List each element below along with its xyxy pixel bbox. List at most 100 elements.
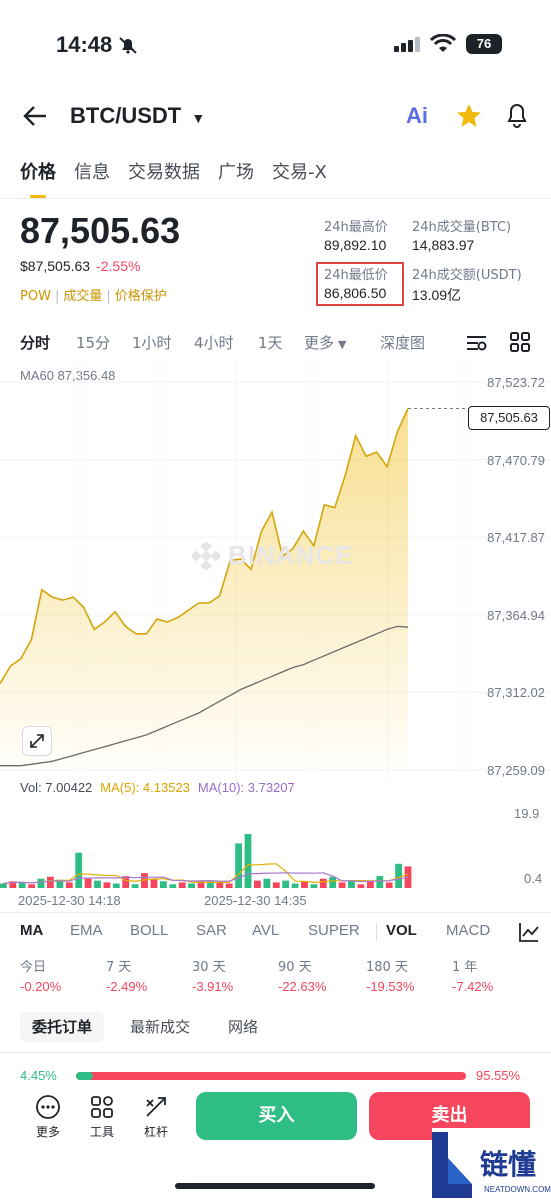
- star-icon[interactable]: [456, 103, 482, 129]
- expand-icon: [30, 734, 44, 748]
- indicator-macd[interactable]: MACD: [446, 922, 490, 939]
- ratio-bar-buy: [76, 1072, 94, 1080]
- volume-chart[interactable]: [0, 800, 551, 892]
- grid-icon[interactable]: [510, 332, 530, 352]
- volume-bar: [150, 878, 158, 888]
- volume-bar: [348, 880, 355, 888]
- chart-divider: [0, 912, 551, 913]
- stat-24h-high: 24h最高价 89,892.10: [324, 216, 388, 253]
- indicator-boll[interactable]: BOLL: [130, 922, 168, 939]
- settings-sliders-icon[interactable]: [466, 334, 488, 352]
- perf-label: 7 天: [106, 960, 132, 975]
- volume-tag[interactable]: 成交量: [63, 289, 102, 304]
- volume-bar: [103, 882, 111, 888]
- vol-axis-top: 19.9: [514, 806, 540, 821]
- tab-trade-x[interactable]: 交易-X: [272, 158, 327, 198]
- perf-label: 1 年: [452, 960, 478, 975]
- ai-icon[interactable]: Ai: [406, 103, 428, 129]
- stat-label: 24h成交量(BTC): [412, 220, 512, 235]
- back-arrow-icon[interactable]: [22, 105, 48, 127]
- interval-timeline[interactable]: 分时: [20, 332, 50, 353]
- price-protect-tag[interactable]: 价格保护: [115, 289, 167, 304]
- buy-ratio: 4.45%: [20, 1068, 57, 1080]
- buy-button[interactable]: 买入: [196, 1092, 357, 1140]
- volume-bar: [65, 882, 73, 888]
- bell-muted-icon: [119, 37, 137, 54]
- volume-bar: [216, 882, 224, 888]
- order-ratio: 4.45% 95.55%: [0, 1066, 551, 1080]
- vol-value: Vol: 7.00422: [20, 780, 93, 795]
- volume-bar: [112, 883, 120, 888]
- pair-name: BTC/USDT: [70, 103, 182, 128]
- stat-24h-vol-btc: 24h成交量(BTC) 14,883.97: [412, 216, 511, 253]
- tab-square[interactable]: 广场: [218, 158, 254, 198]
- stat-label: 24h最高价: [324, 220, 388, 235]
- indicator-avl[interactable]: AVL: [252, 922, 279, 939]
- vol-ma10: MA(10): 3.73207: [197, 780, 295, 795]
- order-divider: [0, 1052, 551, 1053]
- interval-4h[interactable]: 4小时: [194, 332, 234, 353]
- pair-selector[interactable]: BTC/USDT ▼: [70, 103, 205, 129]
- volume-bar: [329, 876, 337, 888]
- indicator-sar[interactable]: SAR: [196, 922, 227, 939]
- bell-icon[interactable]: [504, 101, 530, 129]
- volume-bar: [197, 880, 205, 888]
- interval-more[interactable]: 更多 ▼: [304, 332, 346, 353]
- tag-line: POW | 成交量 | 价格保护: [20, 289, 167, 304]
- interval-1h[interactable]: 1小时: [132, 332, 172, 353]
- perf-item: 30 天 -3.91%: [192, 956, 233, 994]
- tools-button[interactable]: 工具: [82, 1094, 122, 1140]
- leverage-button[interactable]: 杠杆: [136, 1094, 176, 1140]
- perf-value: -22.63%: [278, 979, 327, 994]
- volume-bar: [94, 880, 101, 888]
- perf-item: 7 天 -2.49%: [106, 956, 147, 994]
- leverage-icon: [146, 1097, 166, 1117]
- stat-value: 89,892.10: [324, 237, 387, 253]
- tab-network[interactable]: 网络: [228, 1012, 258, 1042]
- tab-info[interactable]: 信息: [74, 158, 110, 198]
- perf-value: -3.91%: [192, 979, 234, 994]
- header: BTC/USDT ▼ Ai: [0, 95, 551, 139]
- y-axis-tick: 87,259.09: [487, 763, 545, 778]
- volume-bar: [357, 884, 365, 888]
- price-usd-value: $87,505.63: [20, 258, 91, 274]
- interval-15m[interactable]: 15分: [76, 332, 110, 353]
- volume-bar: [319, 878, 327, 888]
- svg-text:链懂: 链懂: [480, 1148, 536, 1181]
- volume-bar: [18, 882, 26, 888]
- more-label: 更多: [35, 1125, 60, 1139]
- perf-value: -0.20%: [20, 979, 62, 994]
- tab-recent-trades[interactable]: 最新成交: [130, 1012, 190, 1042]
- volume-bar: [282, 880, 290, 888]
- indicator-separator: [376, 923, 377, 941]
- price-usd: $87,505.63 -2.55%: [20, 258, 140, 274]
- pow-tag[interactable]: POW: [20, 289, 51, 304]
- perf-label: 30 天: [192, 960, 226, 975]
- perf-value: -19.53%: [366, 979, 415, 994]
- interval-more-label: 更多: [304, 334, 335, 352]
- indicator-vol[interactable]: VOL: [386, 922, 417, 939]
- more-button[interactable]: 更多: [28, 1094, 68, 1140]
- home-indicator: [175, 1183, 375, 1189]
- performance-row: 今日 -0.20% 7 天 -2.49% 30 天 -3.91% 90 天 -22.63…: [20, 956, 540, 1000]
- volume-bar: [47, 876, 54, 888]
- tab-price[interactable]: 价格: [20, 158, 56, 198]
- tab-order-book[interactable]: 委托订单: [20, 1012, 105, 1042]
- signal-icon: [394, 37, 420, 52]
- volume-bar: [376, 876, 384, 888]
- indicator-ema[interactable]: EMA: [70, 922, 103, 939]
- indicator-ma[interactable]: MA: [20, 922, 43, 939]
- volume-bar: [84, 878, 92, 888]
- indicator-chart-icon[interactable]: [518, 921, 540, 943]
- indicator-super[interactable]: SUPER: [308, 922, 360, 939]
- volume-bar: [131, 884, 139, 888]
- interval-depth[interactable]: 深度图: [380, 332, 425, 353]
- fullscreen-button[interactable]: [22, 726, 52, 756]
- y-axis-tick: 87,523.72: [487, 375, 545, 390]
- interval-1d[interactable]: 1天: [258, 332, 283, 353]
- tab-trading-data[interactable]: 交易数据: [128, 158, 200, 198]
- wifi-icon: [430, 34, 456, 52]
- time-label: 2025-12-30 14:18: [18, 893, 121, 908]
- y-axis-tick: 87,417.87: [487, 530, 545, 546]
- highlight-box: [316, 262, 404, 306]
